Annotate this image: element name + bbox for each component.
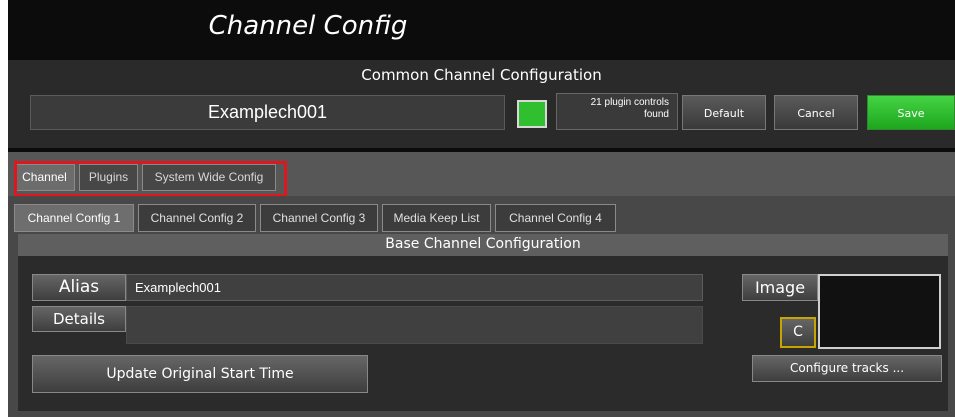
alias-field[interactable]: Examplech001 (126, 274, 703, 301)
common-config-panel: Common Channel Configuration Examplech00… (8, 56, 955, 148)
default-button[interactable]: Default (682, 95, 766, 130)
configure-tracks-button[interactable]: Configure tracks ... (752, 355, 942, 382)
image-preview[interactable] (818, 274, 941, 349)
plugin-count-line1: 21 plugin controls (590, 97, 669, 108)
details-label: Details (32, 306, 126, 332)
title-bar: Channel Config (8, 0, 955, 56)
subtab-channel-config-1[interactable]: Channel Config 1 (14, 204, 134, 232)
image-label: Image (742, 274, 818, 301)
base-config-panel: Alias Examplech001 Details Update Origin… (18, 256, 948, 411)
channel-tab-content: Channel Config 1 Channel Config 2 Channe… (8, 196, 955, 417)
image-clear-button[interactable]: C (780, 317, 816, 348)
window-title: Channel Config (208, 11, 408, 41)
subtab-media-keep-list[interactable]: Media Keep List (382, 204, 491, 232)
channel-name-field[interactable]: Examplech001 (30, 95, 505, 130)
details-field[interactable] (126, 306, 703, 344)
main-tab-bar: Channel Plugins System Wide Config (8, 152, 955, 197)
subtab-channel-config-4[interactable]: Channel Config 4 (495, 204, 616, 232)
plugin-count-line2: found (643, 109, 669, 120)
alias-label: Alias (32, 274, 126, 301)
channel-color-swatch[interactable] (517, 100, 547, 128)
save-button[interactable]: Save (867, 95, 955, 130)
base-config-title: Base Channel Configuration (18, 234, 948, 256)
subtab-channel-config-2[interactable]: Channel Config 2 (138, 204, 256, 232)
plugin-count-status: 21 plugin controls found (556, 93, 678, 130)
subtab-channel-config-3[interactable]: Channel Config 3 (260, 204, 378, 232)
cancel-button[interactable]: Cancel (774, 95, 858, 130)
update-original-start-time-button[interactable]: Update Original Start Time (32, 355, 368, 393)
highlight-outline (14, 161, 287, 197)
common-config-title: Common Channel Configuration (361, 66, 602, 84)
